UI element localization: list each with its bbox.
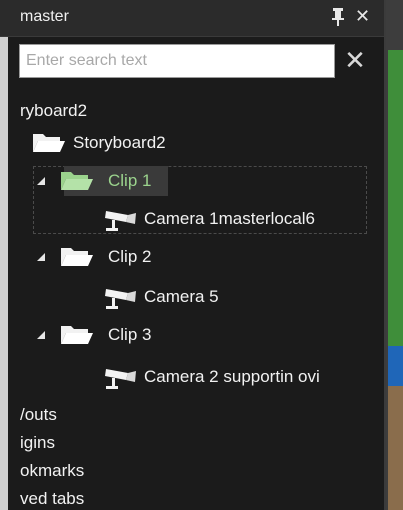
tree-item-label: /outs xyxy=(20,405,57,424)
expand-arrow-icon[interactable] xyxy=(36,330,46,340)
folder-icon xyxy=(61,326,93,344)
search-input[interactable]: Enter search text xyxy=(19,44,335,78)
tree-item-label: Camera 5 xyxy=(144,287,219,306)
tree-item-label: Clip 1 xyxy=(108,171,152,190)
preview-image-region xyxy=(388,386,403,510)
pin-icon[interactable] xyxy=(330,7,346,27)
folder-icon xyxy=(33,134,65,152)
expand-arrow-icon[interactable] xyxy=(36,252,46,262)
tree-item-label: Storyboard2 xyxy=(73,133,166,152)
tree-item-label: Camera 1masterlocal6 xyxy=(144,209,316,228)
folder-icon xyxy=(61,248,93,266)
clear-search-icon[interactable]: ✕ xyxy=(341,46,369,74)
preview-blue-region xyxy=(388,346,403,386)
tree-item-camera-2[interactable]: Camera 2 supportin ovi xyxy=(100,362,380,392)
tree-item-label: okmarks xyxy=(20,461,85,480)
tree-item-storyboard[interactable]: Storyboard2 xyxy=(30,128,330,158)
folder-icon xyxy=(61,172,93,190)
panel-left-edge xyxy=(0,0,8,510)
expand-arrow-icon[interactable] xyxy=(36,176,46,186)
tree-item-label: Clip 3 xyxy=(108,325,152,344)
tree-item-clip-2[interactable]: Clip 2 xyxy=(36,242,336,272)
tree-item-camera-1[interactable]: Camera 1masterlocal6 xyxy=(100,204,380,234)
tree-item-camera-5[interactable]: Camera 5 xyxy=(100,282,300,312)
tree-item-label: Camera 2 supportin ovi xyxy=(144,367,320,386)
tree-item-label: Clip 2 xyxy=(108,247,152,266)
tree-item-label: ved tabs xyxy=(20,489,85,508)
close-icon[interactable]: ✕ xyxy=(355,6,370,27)
video-preview-strip xyxy=(386,0,403,510)
camera-icon xyxy=(105,289,136,309)
tree-item-clip-1[interactable]: Clip 1 xyxy=(36,166,356,196)
panel-titlebar: master ✕ xyxy=(0,0,384,37)
tree-item-clip-3[interactable]: Clip 3 xyxy=(36,320,336,350)
panel-title: master xyxy=(20,8,69,25)
camera-icon xyxy=(105,369,136,389)
preview-green-region xyxy=(388,50,403,346)
storyboard-panel: master ✕ Enter search text ✕ ryboard2 St… xyxy=(0,0,386,510)
camera-icon xyxy=(105,211,136,231)
tree-item-label: ryboard2 xyxy=(20,101,88,120)
tree-item-label: igins xyxy=(20,433,55,452)
